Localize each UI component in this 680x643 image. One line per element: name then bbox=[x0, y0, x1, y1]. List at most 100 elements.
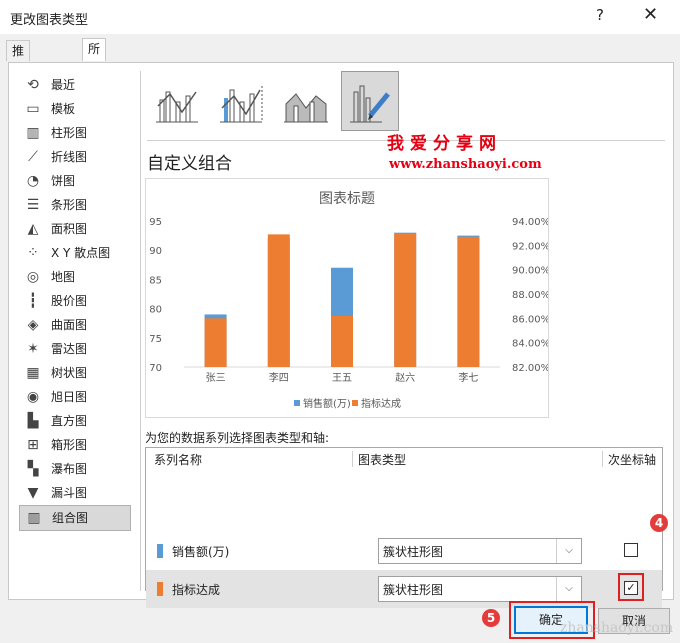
x-tick-label: 王五 bbox=[332, 373, 352, 384]
watermark-text: 我爱分享网 bbox=[387, 134, 502, 154]
recent-icon: ⟲ bbox=[27, 77, 39, 93]
sidebar-item[interactable]: ▚ 瀑布图 bbox=[19, 457, 131, 481]
sidebar-item[interactable]: ◔ 饼图 bbox=[19, 169, 131, 193]
sidebar-item[interactable]: ◈ 曲面图 bbox=[19, 313, 131, 337]
sidebar-item[interactable]: ▙ 直方图 bbox=[19, 409, 131, 433]
main-panel: ⟲ 最近 ▭ 模板 ▥ 柱形图 ⟋ 折线图 ◔ 饼图 ☰ 条形图 ◭ 面积图 ⁘ X Y 散点图 ◎ 地图 ┇ 股价图… bbox=[8, 62, 674, 608]
help-button[interactable]: ? bbox=[596, 6, 604, 24]
sidebar-divider bbox=[140, 71, 141, 591]
chevron-down-icon[interactable]: ⌵ bbox=[556, 577, 581, 601]
series-color-swatch bbox=[157, 544, 163, 558]
bar-target bbox=[267, 234, 290, 367]
sidebar-item[interactable]: ▭ 模板 bbox=[19, 97, 131, 121]
sidebar-item-label: 股价图 bbox=[51, 294, 88, 308]
y-left-tick-label: 80 bbox=[149, 305, 162, 316]
custom-combo-icon bbox=[350, 85, 390, 123]
sidebar-item-label: 雷达图 bbox=[51, 342, 88, 356]
sidebar-item-label: X Y 散点图 bbox=[51, 246, 111, 260]
combo-column-line-icon bbox=[156, 91, 198, 123]
sidebar-item-label: 面积图 bbox=[51, 222, 88, 236]
legend-label: 销售额(万) bbox=[303, 397, 351, 410]
boxplot-chart-icon: ⊞ bbox=[27, 437, 39, 453]
sidebar-item-label: 瀑布图 bbox=[51, 462, 88, 476]
treemap-chart-icon: ▦ bbox=[26, 365, 40, 381]
sidebar-item[interactable]: ▥ 组合图 bbox=[19, 505, 131, 531]
bar-target bbox=[204, 318, 227, 367]
series-row: 销售额(万) 簇状柱形图 ⌵ bbox=[146, 532, 662, 570]
sidebar-item-label: 最近 bbox=[51, 78, 76, 92]
sidebar-item[interactable]: ⟋ 折线图 bbox=[19, 145, 131, 169]
highlight-box bbox=[618, 573, 644, 601]
dropdown-value: 簇状柱形图 bbox=[383, 545, 444, 559]
combo-column-line-secondary-icon bbox=[220, 86, 263, 123]
stock-chart-icon: ┇ bbox=[28, 293, 38, 309]
combo-column-line-secondary-thumb[interactable] bbox=[213, 71, 271, 131]
chevron-down-icon[interactable]: ⌵ bbox=[556, 539, 581, 563]
tab-recommended[interactable]: 推荐的图表 bbox=[6, 40, 31, 138]
histogram-chart-icon: ▙ bbox=[27, 413, 39, 429]
series-grid: 系列名称 图表类型 次坐标轴 销售额(万) 簇状柱形图 ⌵ 指标达成 簇状柱形图… bbox=[145, 447, 663, 608]
waterfall-chart-icon: ▚ bbox=[27, 461, 39, 477]
sidebar-item-label: 条形图 bbox=[51, 198, 88, 212]
sidebar-item[interactable]: ▦ 树状图 bbox=[19, 361, 131, 385]
sidebar-item[interactable]: ◉ 旭日图 bbox=[19, 385, 131, 409]
y-right-tick-label: 88.00% bbox=[512, 290, 548, 301]
sidebar-item[interactable]: ◭ 面积图 bbox=[19, 217, 131, 241]
sidebar-item-label: 树状图 bbox=[51, 366, 88, 380]
legend-swatch bbox=[352, 400, 358, 406]
area-chart-icon: ◭ bbox=[27, 221, 39, 237]
bar-target bbox=[394, 233, 417, 367]
legend-swatch bbox=[294, 400, 300, 406]
sidebar-item[interactable]: ▼ 漏斗图 bbox=[19, 481, 131, 505]
sidebar-item-label: 直方图 bbox=[51, 414, 88, 428]
step-4-badge: 4 bbox=[650, 514, 668, 532]
sidebar-item[interactable]: ⁘ X Y 散点图 bbox=[19, 241, 131, 265]
chart-preview: 图表标题 70 75 80 85 90 95 82.00% 84.00% 86.00% 88.00%… bbox=[145, 178, 550, 418]
y-right-tick-label: 92.00% bbox=[512, 241, 548, 252]
sidebar-item-label: 漏斗图 bbox=[51, 486, 88, 500]
title-bar: 更改图表类型 ? ✕ bbox=[0, 0, 680, 34]
sidebar-item-label: 地图 bbox=[51, 270, 76, 284]
sidebar-item[interactable]: ┇ 股价图 bbox=[19, 289, 131, 313]
step-5-badge: 5 bbox=[482, 609, 500, 627]
y-right-tick-label: 90.00% bbox=[512, 266, 548, 277]
combo-area-column-thumb[interactable] bbox=[277, 71, 335, 131]
funnel-chart-icon: ▼ bbox=[27, 485, 39, 501]
y-left-tick-label: 95 bbox=[149, 217, 162, 228]
dropdown-value: 簇状柱形图 bbox=[383, 583, 444, 597]
chart-type-sidebar: ⟲ 最近 ▭ 模板 ▥ 柱形图 ⟋ 折线图 ◔ 饼图 ☰ 条形图 ◭ 面积图 ⁘ X Y 散点图 ◎ 地图 ┇ 股价图… bbox=[19, 73, 131, 531]
secondary-axis-checkbox[interactable] bbox=[624, 543, 638, 557]
series-name: 指标达成 bbox=[172, 583, 221, 597]
pie-chart-icon: ◔ bbox=[26, 173, 40, 189]
close-button[interactable]: ✕ bbox=[643, 4, 658, 25]
sidebar-item[interactable]: ⟲ 最近 bbox=[19, 73, 131, 97]
y-right-tick-label: 94.00% bbox=[512, 217, 548, 228]
header-series-name: 系列名称 bbox=[154, 453, 203, 467]
surface-chart-icon: ◈ bbox=[27, 317, 39, 333]
bar-chart-icon: ☰ bbox=[26, 197, 40, 213]
sidebar-item[interactable]: ✶ 雷达图 bbox=[19, 337, 131, 361]
custom-combo-thumb[interactable] bbox=[341, 71, 399, 131]
chart-type-dropdown[interactable]: 簇状柱形图 ⌵ bbox=[378, 538, 582, 564]
legend-label: 指标达成 bbox=[361, 397, 401, 410]
x-tick-label: 张三 bbox=[206, 372, 226, 384]
y-left-tick-label: 85 bbox=[149, 275, 162, 286]
sidebar-item[interactable]: ⊞ 箱形图 bbox=[19, 433, 131, 457]
combo-column-line-thumb[interactable] bbox=[149, 71, 207, 131]
sidebar-item[interactable]: ◎ 地图 bbox=[19, 265, 131, 289]
tab-all-charts[interactable]: 所有图表 bbox=[82, 38, 107, 116]
sidebar-item[interactable]: ☰ 条形图 bbox=[19, 193, 131, 217]
series-name: 销售额(万) bbox=[172, 545, 230, 559]
y-left-tick-label: 75 bbox=[149, 334, 162, 345]
sidebar-item-label: 组合图 bbox=[52, 511, 89, 525]
chart-svg: 图表标题 70 75 80 85 90 95 82.00% 84.00% 86.00% 88.00%… bbox=[149, 191, 550, 410]
scatter-chart-icon: ⁘ bbox=[27, 245, 39, 261]
chart-type-dropdown[interactable]: 簇状柱形图 ⌵ bbox=[378, 576, 582, 602]
sidebar-item-label: 折线图 bbox=[51, 150, 88, 164]
footer-watermark: zhanshaoyi.com bbox=[560, 620, 674, 636]
chart-title: 图表标题 bbox=[319, 191, 375, 207]
header-divider bbox=[602, 451, 603, 467]
sidebar-item[interactable]: ▥ 柱形图 bbox=[19, 121, 131, 145]
y-left-tick-label: 90 bbox=[149, 246, 162, 257]
bar-target bbox=[331, 315, 353, 367]
